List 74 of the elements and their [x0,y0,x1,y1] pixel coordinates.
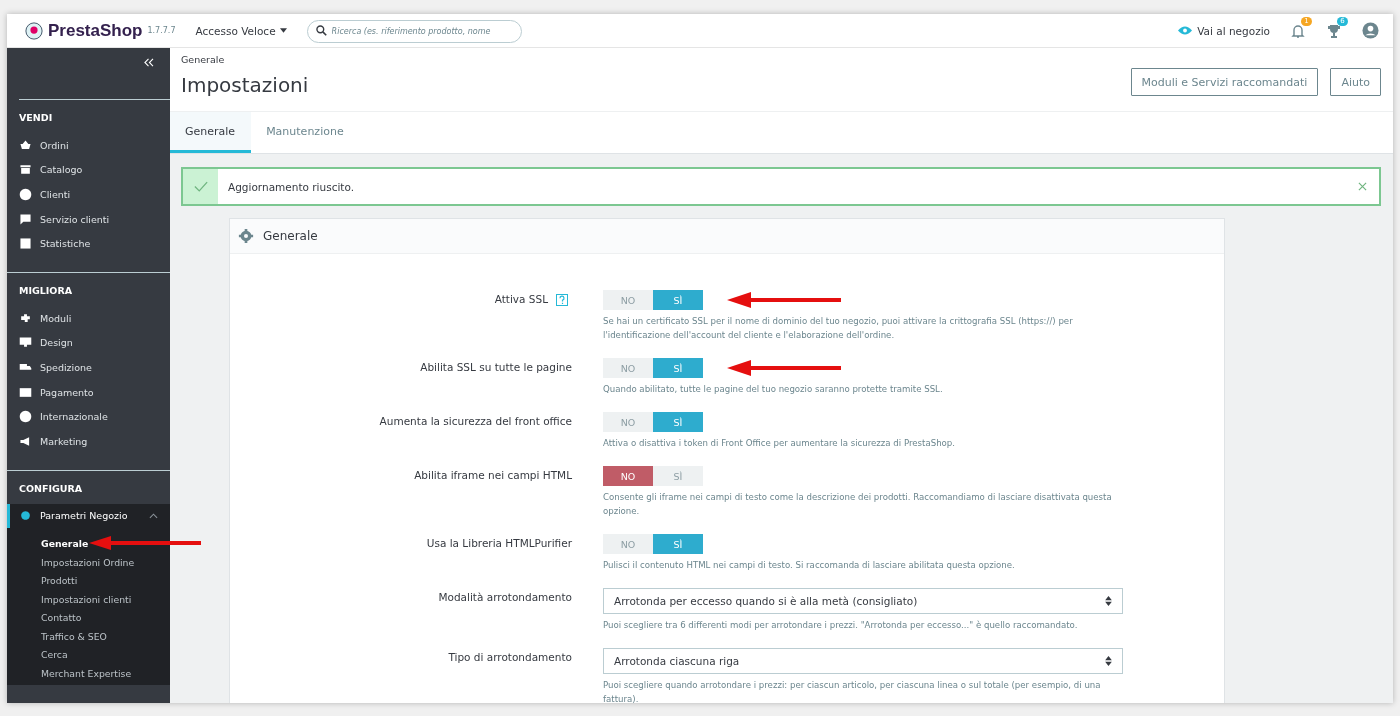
tab[interactable]: Generale [170,112,252,153]
collapse-icon[interactable] [143,58,154,67]
megaphone-icon [19,434,32,448]
puzzle-icon [19,311,32,325]
sort-caret-icon [1105,656,1112,666]
select-field[interactable]: Arrotonda per eccesso quando si è alla metà (consigliato) [603,588,1123,614]
search-field[interactable]: Ricerca (es. riferimento prodotto, nome [306,19,522,43]
caret-icon [279,28,287,33]
nav-item[interactable]: Spedizione [7,355,170,380]
nav-item[interactable]: Moduli [7,305,170,331]
submenu-item[interactable]: Contatto [7,612,82,624]
basket-icon [19,138,32,152]
version-label: 1.7.7.7 [147,26,176,35]
field-label: Attiva SSL [494,293,548,305]
field-description: Pulisci il contenuto HTML nei campi di testo. Si raccomanda di lasciare abilitata questa opzione. [603,559,1016,572]
tab[interactable]: Manutenzione [251,112,360,153]
field-description: Se hai un certificato SSL per il nome di dominio del tuo negozio, puoi attivare la crittografia SSL (https://) per l'identificazione dell'account del cliente e l'elaborazione dell'ordine. [603,315,1074,342]
quick-access-dropdown[interactable]: Accesso Veloce [187,24,295,37]
page-title: Impostazioni [181,73,309,97]
field-label: Usa la Libreria HTMLPurifier [426,537,572,549]
search-icon [315,24,327,36]
submenu-item[interactable]: Impostazioni Ordine [7,556,135,568]
field-description: Consente gli iframe nei campi di testo come la descrizione dei prodotti. Raccomandiamo di lasciare disattivata questa opzione. [603,491,1113,518]
panel-title: Generale [263,229,318,243]
close-icon[interactable] [1358,182,1367,191]
nav-item[interactable]: Parametri Negozio [7,503,170,529]
section-heading: CONFIGURA [18,481,84,496]
chevron-icon [149,512,158,519]
field-label: Aumenta la sicurezza del front office [379,415,572,427]
nav-item[interactable]: Internazionale [7,404,170,429]
field-description: Puoi scegliere tra 6 differenti modi per arrotondare i prezzi. "Arrotonda per eccesso..." è quello raccomandato. [603,619,1079,632]
card-icon [19,385,32,399]
brand-name[interactable]: PrestaShop [48,20,143,41]
field-label: Tipo di arrotondamento [448,651,572,663]
nav-item[interactable]: Clienti [7,182,170,207]
toolbar-button[interactable]: Moduli e Servizi raccomandati [1130,68,1319,96]
sort-caret-icon [1105,596,1112,606]
eye-icon [1178,26,1193,35]
nav-item[interactable]: Catalogo [7,157,170,183]
submenu-item[interactable]: Prodotti [7,575,78,587]
nav-item[interactable]: Design [7,330,170,356]
nav-item[interactable]: Pagamento [7,379,170,405]
submenu-item[interactable]: Merchant Expertise [7,668,132,680]
account-icon[interactable] [1362,22,1379,39]
breadcrumb[interactable]: Generale [181,54,309,65]
field-label: Modalità arrotondamento [438,591,572,603]
submenu-item[interactable]: Generale [7,537,89,549]
switch-option[interactable]: NO [603,466,653,486]
nav-item[interactable]: Ordini [7,133,170,158]
monitor-icon [19,336,32,350]
field-description: Quando abilitato, tutte le pagine del tuo negozio saranno protette tramite SSL. [603,383,944,396]
field-description: Puoi scegliere quando arrotondare i prezzi: per ciascun articolo, per ciascuna linea o sul totale (per esempio, di una fattura). [603,679,1102,703]
field-description: Attiva o disattiva i token di Front Office per aumentare la sicurezza di PrestaShop. [603,437,957,450]
section-heading: VENDI [18,111,54,125]
toolbar-button[interactable]: Aiuto [1330,68,1381,96]
alert-message: Aggiornamento riuscito. [228,180,356,193]
bell-icon[interactable] [1290,22,1306,39]
help-icon[interactable] [556,294,568,306]
submenu-item[interactable]: Cerca [7,649,68,661]
nav-item[interactable]: Statistiche [7,231,170,256]
submenu-item[interactable]: Traffico & SEO [7,630,107,642]
view-store-link[interactable]: Vai al negozio [1178,24,1270,37]
field-label: Abilita SSL su tutte le pagine [420,361,572,373]
nav-item[interactable]: Marketing [7,428,170,454]
submenu-item[interactable]: Impostazioni clienti [7,593,132,605]
select-field[interactable]: Arrotonda ciascuna riga [603,648,1123,674]
section-heading: MIGLIORA [18,283,74,298]
store-icon [19,163,32,177]
nav-item[interactable]: Servizio clienti [7,206,170,232]
field-label: Abilita iframe nei campi HTML [414,469,572,481]
checkmark-icon [193,181,208,192]
trophy-icon[interactable] [1326,22,1342,39]
chat-icon [19,212,32,226]
logo-icon [25,21,43,40]
